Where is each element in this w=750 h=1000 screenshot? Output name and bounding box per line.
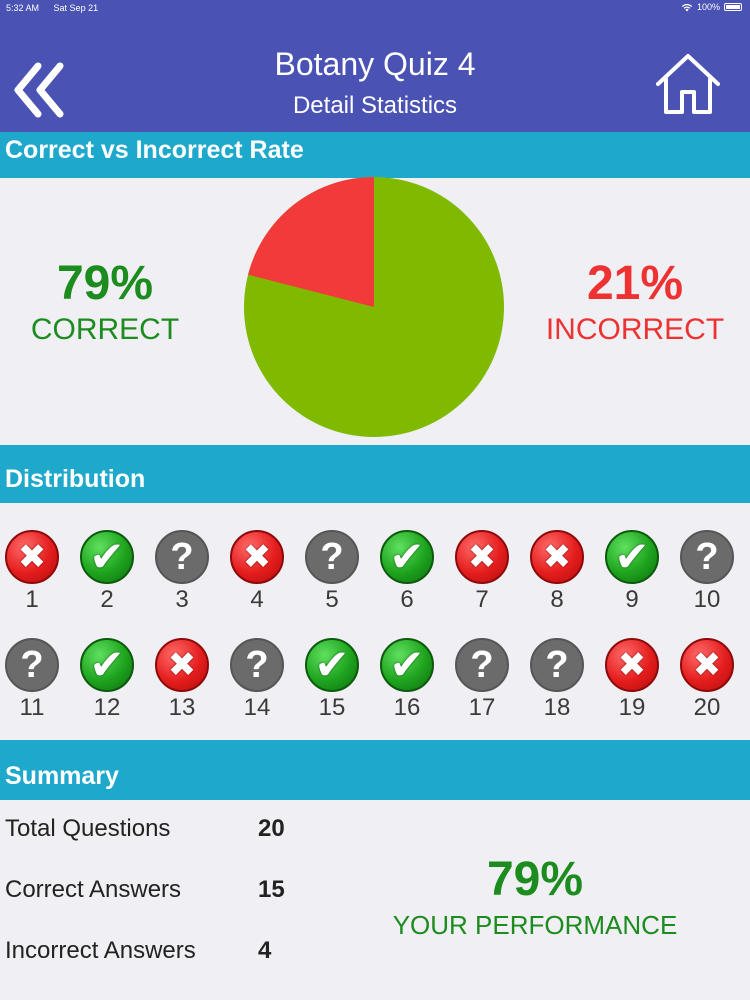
correct-answers-value: 15 — [258, 876, 285, 903]
wifi-icon — [681, 3, 693, 11]
x-mark-icon: ✖ — [230, 530, 284, 584]
section-title-distribution: Distribution — [5, 465, 146, 493]
question-result-14: ? 14 — [227, 638, 287, 722]
page-subtitle: Detail Statistics — [292, 92, 458, 119]
section-title-rate: Correct vs Incorrect Rate — [5, 136, 304, 164]
question-number: 16 — [393, 694, 421, 721]
performance-percent: 79% — [486, 853, 584, 906]
question-result-13: ✖ 13 — [152, 638, 212, 722]
incorrect-percent: 21% — [586, 257, 684, 310]
x-mark-icon: ✖ — [530, 530, 584, 584]
question-result-17: ? 17 — [452, 638, 512, 722]
checkmark-icon: ✔ — [605, 530, 659, 584]
question-number: 15 — [318, 694, 346, 721]
question-result-19: ✖ 19 — [602, 638, 662, 722]
question-mark-icon: ? — [155, 530, 209, 584]
question-number: 13 — [168, 694, 196, 721]
home-icon — [656, 54, 720, 114]
question-number: 4 — [250, 586, 264, 613]
section-header-summary: Summary — [0, 740, 750, 800]
section-header-distribution: Distribution — [0, 445, 750, 503]
correct-percent: 79% — [56, 257, 154, 310]
x-mark-icon: ✖ — [155, 638, 209, 692]
question-result-12: ✔ 12 — [77, 638, 137, 722]
battery-icon — [724, 3, 742, 11]
checkmark-icon: ✔ — [380, 530, 434, 584]
question-number: 14 — [243, 694, 271, 721]
question-mark-icon: ? — [5, 638, 59, 692]
question-result-2: ✔ 2 — [77, 530, 137, 614]
question-mark-icon: ? — [455, 638, 509, 692]
performance-label: YOUR PERFORMANCE — [392, 910, 678, 940]
incorrect-answers-label: Incorrect Answers — [5, 937, 196, 964]
question-result-6: ✔ 6 — [377, 530, 437, 614]
question-result-10: ? 10 — [677, 530, 737, 614]
incorrect-answers-value: 4 — [258, 937, 272, 964]
app-header: 5:32 AM Sat Sep 21 100% Botany Quiz 4 De… — [0, 0, 750, 132]
question-result-15: ✔ 15 — [302, 638, 362, 722]
section-title-summary: Summary — [5, 762, 119, 790]
question-result-4: ✖ 4 — [227, 530, 287, 614]
battery-percent: 100% — [696, 2, 720, 12]
question-number: 2 — [100, 586, 114, 613]
checkmark-icon: ✔ — [80, 638, 134, 692]
checkmark-icon: ✔ — [80, 530, 134, 584]
question-number: 20 — [693, 694, 721, 721]
question-mark-icon: ? — [230, 638, 284, 692]
question-result-16: ✔ 16 — [377, 638, 437, 722]
question-number: 3 — [175, 586, 189, 613]
question-number: 11 — [19, 694, 45, 721]
question-mark-icon: ? — [530, 638, 584, 692]
question-number: 10 — [693, 586, 721, 613]
question-result-3: ? 3 — [152, 530, 212, 614]
question-number: 18 — [543, 694, 571, 721]
question-number: 12 — [93, 694, 121, 721]
question-result-9: ✔ 9 — [602, 530, 662, 614]
total-questions-label: Total Questions — [5, 815, 171, 842]
home-button[interactable] — [654, 52, 722, 116]
x-mark-icon: ✖ — [5, 530, 59, 584]
question-result-7: ✖ 7 — [452, 530, 512, 614]
x-mark-icon: ✖ — [605, 638, 659, 692]
correct-answers-label: Correct Answers — [5, 876, 182, 903]
checkmark-icon: ✔ — [305, 638, 359, 692]
question-result-20: ✖ 20 — [677, 638, 737, 722]
question-number: 7 — [475, 586, 489, 613]
total-questions-value: 20 — [258, 815, 285, 842]
x-mark-icon: ✖ — [680, 638, 734, 692]
correct-incorrect-pie-chart — [244, 177, 504, 437]
question-result-1: ✖ 1 — [2, 530, 62, 614]
question-result-5: ? 5 — [302, 530, 362, 614]
question-number: 5 — [325, 586, 339, 613]
question-mark-icon: ? — [680, 530, 734, 584]
question-number: 8 — [550, 586, 564, 613]
question-number: 9 — [625, 586, 639, 613]
question-result-18: ? 18 — [527, 638, 587, 722]
question-result-11: ? 11 — [2, 638, 62, 722]
question-number: 19 — [618, 694, 646, 721]
question-mark-icon: ? — [305, 530, 359, 584]
question-number: 6 — [400, 586, 414, 613]
correct-label: CORRECT — [30, 313, 180, 346]
question-number: 17 — [468, 694, 496, 721]
distribution-grid: ✖ 1 ✔ 2? 3 ✖ 4? 5 ✔ 6 ✖ 7 ✖ 8 ✔ 9? 10? 11 ✔ 12 ✖ 13? 14 ✔ 15 ✔ 16?… — [0, 503, 750, 739]
x-mark-icon: ✖ — [455, 530, 509, 584]
status-time: 5:32 AM — [6, 3, 40, 13]
status-bar: 5:32 AM Sat Sep 21 100% — [0, 0, 750, 16]
checkmark-icon: ✔ — [380, 638, 434, 692]
question-result-8: ✖ 8 — [527, 530, 587, 614]
incorrect-label: INCORRECT — [545, 313, 725, 346]
question-number: 1 — [25, 586, 39, 613]
status-date: Sat Sep 21 — [53, 3, 99, 13]
page-title: Botany Quiz 4 — [274, 46, 476, 82]
section-header-rate: Correct vs Incorrect Rate — [0, 132, 750, 178]
